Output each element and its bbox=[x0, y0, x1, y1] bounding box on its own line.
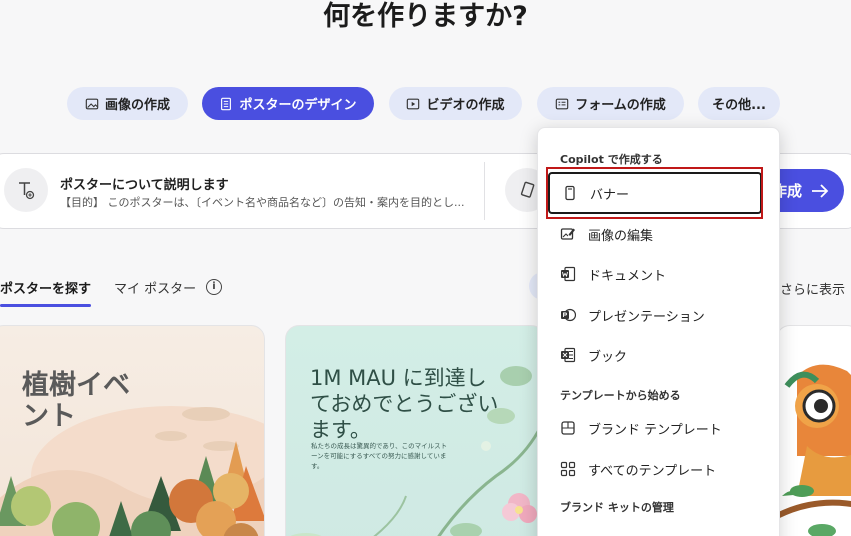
create-video-chip[interactable]: ビデオの作成 bbox=[389, 87, 522, 120]
menu-item-label: すべてのテンプレート bbox=[588, 463, 717, 479]
brand-template-icon bbox=[561, 421, 575, 435]
template-card-owl[interactable] bbox=[776, 325, 851, 536]
menu-item-edit-image[interactable]: 画像の編集 bbox=[548, 216, 762, 252]
menu-item-label: プレゼンテーション bbox=[588, 309, 705, 325]
menu-item-presentation[interactable]: プレゼンテーション bbox=[548, 297, 762, 333]
selection-highlight bbox=[546, 167, 763, 219]
create-image-chip[interactable]: 画像の作成 bbox=[67, 87, 188, 120]
chip-label: ビデオの作成 bbox=[426, 98, 505, 113]
menu-item-label: ブランド テンプレート bbox=[588, 422, 722, 438]
excel-icon bbox=[561, 347, 576, 363]
video-icon bbox=[407, 98, 420, 109]
menu-section-brand-kit: ブランド キットの管理 bbox=[560, 501, 674, 514]
menu-item-brand-template[interactable]: ブランド テンプレート bbox=[548, 410, 762, 446]
owl-illustration bbox=[777, 364, 851, 536]
word-icon bbox=[561, 266, 576, 282]
info-icon[interactable]: i bbox=[206, 279, 222, 295]
create-form-chip[interactable]: フォームの作成 bbox=[537, 87, 684, 120]
prompt-input[interactable]: 【目的】 このポスターは、〔イベント名や商品名など〕の告知・案内を目的とし... bbox=[60, 194, 472, 210]
tab-underline bbox=[0, 304, 91, 307]
menu-item-label: ドキュメント bbox=[588, 268, 667, 284]
menu-item-workbook[interactable]: ブック bbox=[548, 337, 762, 373]
image-icon bbox=[85, 98, 99, 109]
design-poster-chip[interactable]: ポスターのデザイン bbox=[202, 87, 374, 120]
card-body: 私たちの成長は驚異的であり、このマイルストーンを可能にするすべての努力に感謝して… bbox=[311, 442, 448, 470]
form-icon bbox=[555, 98, 569, 109]
powerpoint-icon bbox=[561, 308, 576, 322]
chip-label: 画像の作成 bbox=[104, 98, 170, 113]
divider bbox=[484, 162, 485, 220]
arrow-right-icon bbox=[812, 183, 829, 198]
menu-section-copilot: Copilot で作成する bbox=[560, 153, 663, 166]
menu-item-all-templates[interactable]: すべてのテンプレート bbox=[548, 451, 762, 487]
more-chip[interactable]: その他... bbox=[698, 87, 780, 120]
card-title: 植樹イベント bbox=[22, 370, 130, 432]
page-title: 何を作りますか? bbox=[323, 1, 528, 32]
menu-section-templates: テンプレートから始める bbox=[560, 389, 681, 402]
menu-item-document[interactable]: ドキュメント bbox=[548, 256, 762, 292]
tab-my-posters[interactable]: マイ ポスター bbox=[114, 278, 196, 297]
show-more-link[interactable]: さらに表示 bbox=[780, 279, 845, 298]
tab-explore-posters[interactable]: ポスターを探す bbox=[0, 278, 91, 297]
menu-item-label: 画像の編集 bbox=[588, 228, 654, 244]
menu-item-label: ブック bbox=[588, 349, 628, 365]
chip-label: その他... bbox=[712, 98, 766, 113]
prompt-title: ポスターについて説明します bbox=[60, 178, 229, 193]
document-icon bbox=[221, 97, 232, 110]
grid-icon bbox=[560, 461, 576, 477]
card-title: 1M MAU に到達しておめでとうございます。 bbox=[310, 366, 499, 442]
chip-label: フォームの作成 bbox=[575, 98, 666, 113]
text-insert-icon[interactable] bbox=[4, 168, 48, 212]
chip-label: ポスターのデザイン bbox=[239, 98, 357, 113]
image-edit-icon bbox=[560, 228, 575, 240]
